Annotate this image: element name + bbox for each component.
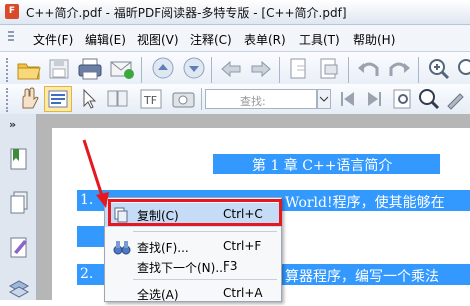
toolbar-separator <box>279 57 280 83</box>
toolbar-separator <box>201 88 202 110</box>
select-all-shortcut: Ctrl+A <box>223 286 263 300</box>
annotation-arrow-icon <box>82 139 109 208</box>
menu-view[interactable]: 视图(V) <box>137 31 179 48</box>
toolbar-separator <box>211 57 212 83</box>
zoom-in-icon[interactable] <box>426 56 452 82</box>
find-next-label: 查找下一个(N)... <box>137 261 227 275</box>
camera-icon[interactable] <box>170 86 198 112</box>
annotation-highlight-box <box>108 199 282 226</box>
text-tool-icon[interactable]: TF <box>138 86 166 112</box>
menu-help[interactable]: 帮助(H) <box>353 31 395 48</box>
menu-separator <box>133 279 277 280</box>
selection-highlight <box>77 226 104 247</box>
find-binoculars-icon <box>113 241 131 255</box>
menu-comment[interactable]: 注释(C) <box>190 31 232 48</box>
undo-icon[interactable] <box>356 56 382 82</box>
previous-page-icon[interactable] <box>150 55 176 81</box>
redo-icon[interactable] <box>386 56 412 82</box>
layers-icon[interactable] <box>8 276 30 302</box>
line2-number: 2. <box>80 266 94 282</box>
menu-tools[interactable]: 工具(T) <box>299 31 340 48</box>
select-all-label: 全选(A) <box>137 288 179 302</box>
menu-form[interactable]: 表单(R) <box>244 31 286 48</box>
find-previous-icon[interactable] <box>336 86 360 112</box>
extract-page-icon[interactable] <box>286 56 312 82</box>
highlight-pen-icon[interactable] <box>442 86 470 112</box>
find-next-shortcut: F3 <box>223 259 238 273</box>
chapter-heading: 第 1 章 C++语言简介 <box>252 158 393 174</box>
line1-text: World!程序，使其能够在 <box>285 195 445 211</box>
zoom-out-icon[interactable] <box>456 56 470 82</box>
next-page-icon[interactable] <box>181 55 207 81</box>
toolbar-separator <box>348 57 349 83</box>
toolbar-separator <box>141 57 142 83</box>
context-item-select-all[interactable]: 全选(A) Ctrl+A <box>105 282 281 306</box>
annotations-icon[interactable] <box>8 234 30 260</box>
find-shortcut: Ctrl+F <box>223 239 262 253</box>
svg-text:TF: TF <box>143 94 157 107</box>
menu-separator <box>133 231 277 232</box>
find-next-icon[interactable] <box>362 86 386 112</box>
context-item-find-next[interactable]: 查找下一个(N)... F3 <box>105 255 281 279</box>
forward-arrow-icon[interactable] <box>248 56 274 82</box>
toolbar-separator <box>418 57 419 83</box>
chevron-down-icon <box>319 96 329 102</box>
find-options-icon[interactable] <box>390 86 414 112</box>
back-arrow-icon[interactable] <box>218 56 244 82</box>
search-icon[interactable] <box>416 86 440 112</box>
find-menu-label: 查找(F)... <box>137 241 189 255</box>
line2-text: 算器程序，编写一个乘法 <box>285 269 439 285</box>
insert-page-icon[interactable] <box>316 56 342 82</box>
find-label-text: 查找: <box>240 95 266 108</box>
